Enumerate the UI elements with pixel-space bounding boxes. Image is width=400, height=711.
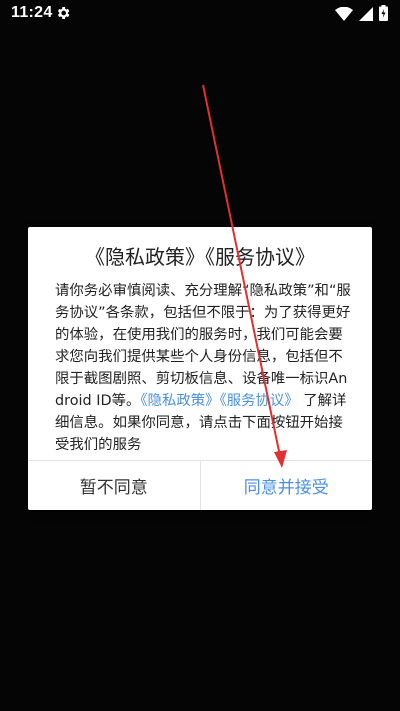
battery-charging-icon xyxy=(379,5,388,25)
privacy-policy-link[interactable]: 《隐私政策》 xyxy=(140,393,219,409)
wifi-icon xyxy=(335,6,353,25)
privacy-dialog: 《隐私政策》《服务协议》 请你务必审慎阅读、充分理解“隐私政策”和“服务协议”各… xyxy=(28,227,372,510)
status-bar: 11:24 xyxy=(0,0,400,28)
disagree-button[interactable]: 暂不同意 xyxy=(28,461,201,510)
status-time: 11:24 xyxy=(11,4,53,21)
gear-icon xyxy=(55,5,71,21)
service-agreement-link[interactable]: 《服务协议》 xyxy=(220,393,299,409)
dialog-body: 请你务必审慎阅读、充分理解“隐私政策”和“服务协议”各条款，包括但不限于：为了获… xyxy=(55,280,353,456)
dialog-body-text: 请你务必审慎阅读、充分理解“隐私政策”和“服务协议”各条款，包括但不限于：为了获… xyxy=(55,283,351,409)
status-icons xyxy=(335,5,388,25)
dialog-button-row: 暂不同意 同意并接受 xyxy=(28,460,372,510)
dialog-title: 《隐私政策》《服务协议》 xyxy=(85,245,315,269)
app-screen: 11:24 《隐私政策》《服务协议》 请你务必审慎阅读、充分理解“隐私政策”和“… xyxy=(0,0,400,711)
agree-button[interactable]: 同意并接受 xyxy=(201,461,373,510)
signal-icon xyxy=(359,6,373,25)
